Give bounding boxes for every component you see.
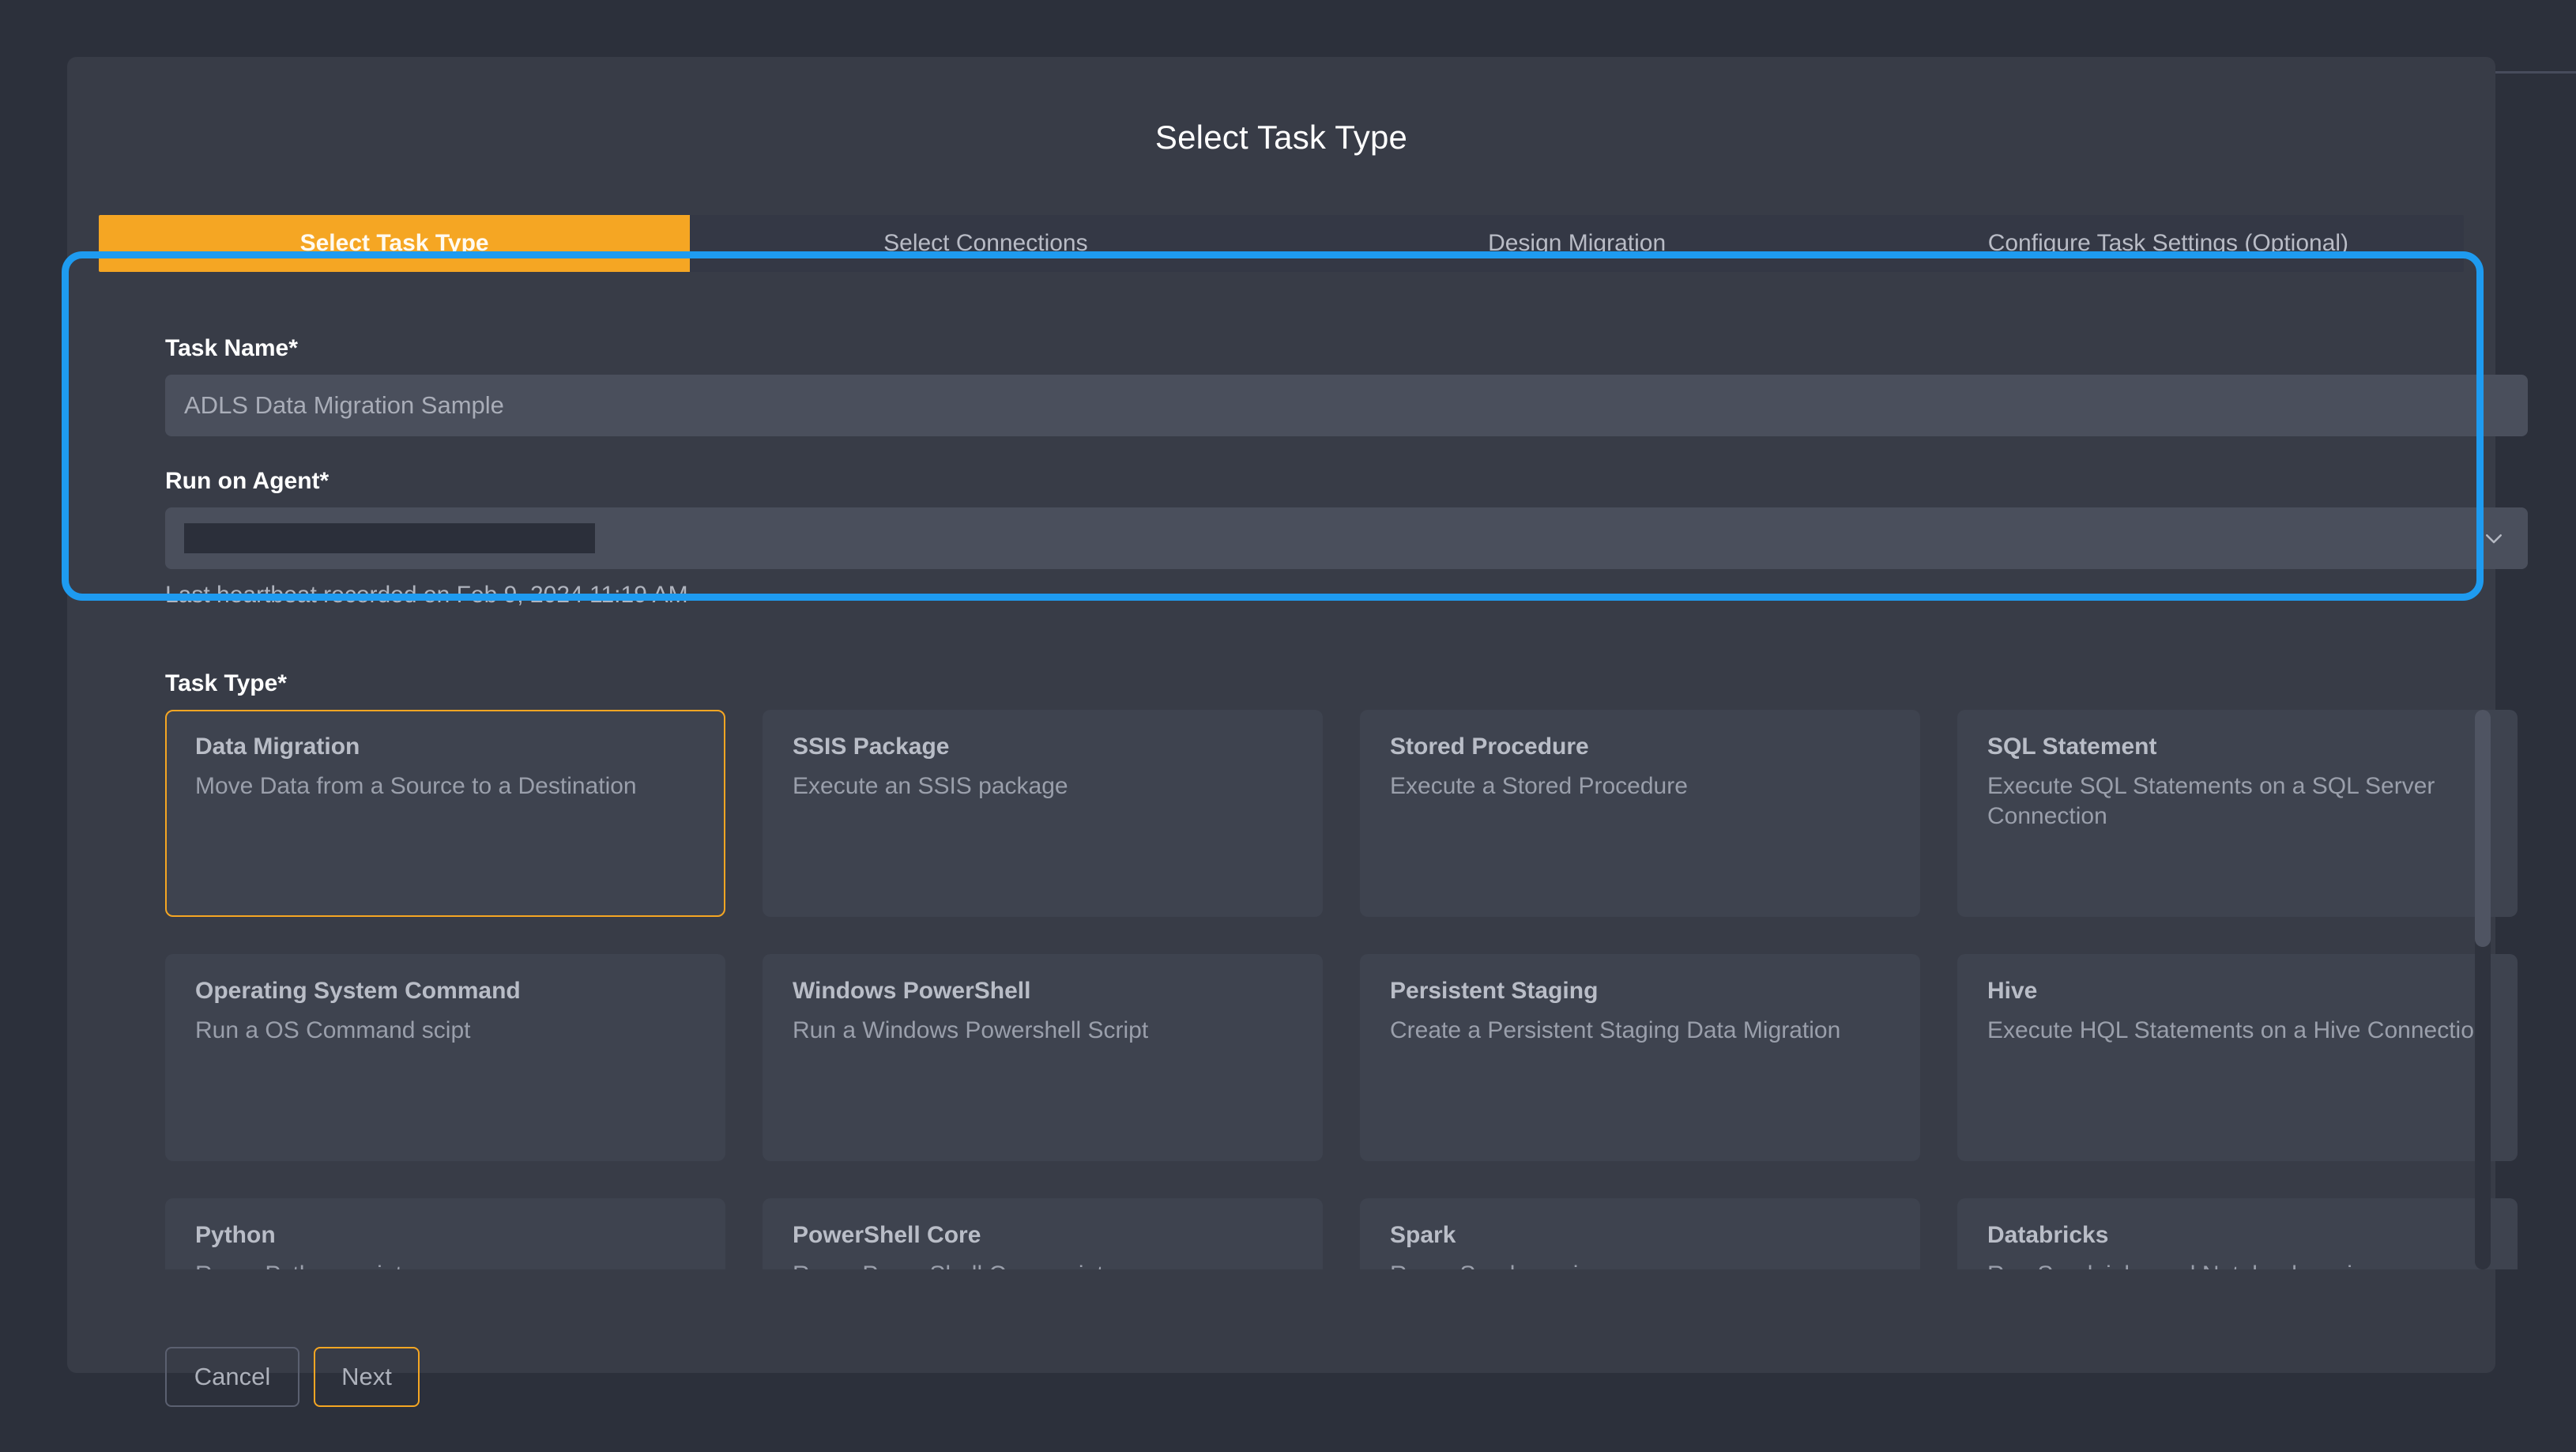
redacted-agent-value [184, 523, 595, 553]
task-type-card-description: Run a PowerShell Core script [793, 1260, 1293, 1269]
task-type-card-title: Stored Procedure [1390, 734, 1589, 760]
select-task-type-dialog: Select Task Type Select Task Type Select… [67, 57, 2528, 1407]
wizard-stepper: Select Task Type Select Connections Desi… [99, 215, 2464, 272]
task-type-card-list: Data Migration Move Data from a Source to… [165, 710, 2528, 1269]
run-on-agent-select[interactable] [165, 507, 2528, 569]
task-type-card-description: Run a Windows Powershell Script [793, 1017, 1149, 1043]
task-type-card-title: SQL Statement [1987, 734, 2157, 760]
task-type-card[interactable]: Persistent Staging Create a Persistent St… [1360, 954, 1920, 1161]
tab-label: Design Migration [1488, 230, 1666, 256]
agent-heartbeat-text: Last heartbeat recorded on Feb 9, 2024 1… [165, 582, 688, 608]
task-type-card-description: Execute HQL Statements on a Hive Connect… [1987, 1017, 2487, 1043]
task-type-card-description: Run Spark jobs and Notebooks using [1987, 1260, 2487, 1269]
dialog-footer: Cancel Next [165, 1347, 420, 1407]
task-type-card[interactable]: Databricks Run Spark jobs and Notebooks u… [1957, 1198, 2518, 1269]
tab-label: Select Task Type [299, 230, 489, 256]
tab-label: Select Connections [883, 230, 1088, 256]
tab-configure-task-settings[interactable]: Configure Task Settings (Optional) [1873, 215, 2464, 272]
run-on-agent-select-box[interactable] [165, 507, 2528, 569]
task-type-card-title: Python [195, 1222, 276, 1248]
task-type-card-title: Spark [1390, 1222, 1456, 1248]
task-type-scrollbar-thumb[interactable] [2475, 710, 2491, 947]
task-type-card[interactable]: SQL Statement Execute SQL Statements on a… [1957, 710, 2518, 917]
task-type-label: Task Type* [165, 670, 287, 696]
tab-design-migration[interactable]: Design Migration [1282, 215, 1873, 272]
task-type-card[interactable]: Python Run a Python script [165, 1198, 725, 1269]
task-type-card[interactable]: PowerShell Core Run a PowerShell Core scr… [763, 1198, 1323, 1269]
tab-label: Configure Task Settings (Optional) [1987, 230, 2349, 256]
tab-select-task-type[interactable]: Select Task Type [99, 215, 691, 272]
task-type-card-title: Databricks [1987, 1222, 2109, 1248]
task-type-card-description: Run a OS Command scipt [195, 1017, 471, 1043]
task-type-card-title: Operating System Command [195, 978, 521, 1004]
run-on-agent-label: Run on Agent* [165, 468, 330, 494]
page-title: Select Task Type [1154, 119, 1408, 156]
task-type-card[interactable]: Windows PowerShell Run a Windows Powershe… [763, 954, 1323, 1161]
task-name-label: Task Name* [165, 335, 298, 361]
cancel-button[interactable]: Cancel [165, 1347, 299, 1407]
task-type-card-title: SSIS Package [793, 734, 950, 760]
task-type-card-title: Data Migration [195, 734, 360, 760]
task-type-card-description: Execute a Stored Procedure [1390, 773, 1688, 799]
tab-select-connections[interactable]: Select Connections [690, 215, 1281, 272]
task-type-card[interactable]: Data Migration Move Data from a Source to… [165, 710, 725, 917]
next-button[interactable]: Next [314, 1347, 420, 1407]
task-type-scrollbar[interactable] [2475, 710, 2491, 1269]
task-type-card-description: Move Data from a Source to a Destination [195, 773, 637, 799]
task-type-card-description: Run a Python script [195, 1260, 695, 1269]
task-type-card-description: Execute SQL Statements on a SQL Server C… [1987, 773, 2435, 830]
task-type-card[interactable]: Stored Procedure Execute a Stored Procedu… [1360, 710, 1920, 917]
task-type-card-description: Run a Spark service [1390, 1260, 1890, 1269]
task-type-card-title: Persistent Staging [1390, 978, 1599, 1004]
task-name-placeholder: ADLS Data Migration Sample [184, 391, 504, 419]
chevron-down-icon [2482, 526, 2506, 550]
task-type-card-description: Create a Persistent Staging Data Migrati… [1390, 1017, 1841, 1043]
task-form: Task Name* ADLS Data Migration Sample Ru… [165, 335, 2528, 609]
task-type-card[interactable]: Spark Run a Spark service [1360, 1198, 1920, 1269]
task-type-card[interactable]: Hive Execute HQL Statements on a Hive Con… [1957, 954, 2518, 1161]
task-type-card-title: Windows PowerShell [793, 978, 1031, 1004]
task-type-card[interactable]: Operating System Command Run a OS Command… [165, 954, 725, 1161]
task-type-card-title: PowerShell Core [793, 1222, 981, 1248]
task-type-card[interactable]: SSIS Package Execute an SSIS package [763, 710, 1323, 917]
task-name-input[interactable]: ADLS Data Migration Sample [165, 375, 2528, 436]
task-type-card-description: Execute an SSIS package [793, 773, 1068, 799]
task-type-card-title: Hive [1987, 978, 2038, 1004]
